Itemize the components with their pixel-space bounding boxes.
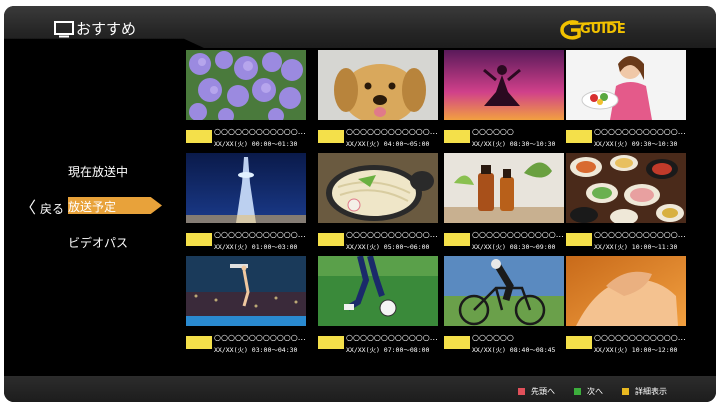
program-time: XX/XX(火) 07:00～08:00 xyxy=(346,346,430,354)
program-title: ○○○○○○○○○○○○… xyxy=(346,230,438,239)
program-title: ○○○○○○○○○○○○… xyxy=(214,127,306,136)
action-label: 先頭へ xyxy=(531,387,555,396)
back-button[interactable]: 〈戻る xyxy=(20,194,64,218)
gguide-logo: GUIDE xyxy=(560,19,630,41)
program-thumbnail xyxy=(566,50,686,120)
channel-badge xyxy=(566,336,592,349)
program-time: XX/XX(火) 08:30～10:30 xyxy=(472,140,556,148)
action-label: 次へ xyxy=(587,387,603,396)
program-title: ○○○○○○○○○○○○… xyxy=(214,333,306,342)
channel-badge xyxy=(318,130,344,143)
channel-badge xyxy=(444,336,470,349)
channel-badge xyxy=(186,233,212,246)
yellow-key-icon xyxy=(622,388,629,395)
channel-badge xyxy=(444,130,470,143)
program-thumbnail xyxy=(444,50,564,120)
page-title: おすすめ xyxy=(76,20,137,38)
program-thumbnail xyxy=(444,153,564,223)
footer-action-next[interactable]: 次へ xyxy=(574,386,603,397)
nav-item-now-airing[interactable]: 現在放送中 xyxy=(68,163,128,180)
chevron-left-icon: 〈 xyxy=(20,198,37,217)
program-thumbnail xyxy=(566,256,686,326)
red-key-icon xyxy=(518,388,525,395)
channel-badge xyxy=(566,130,592,143)
channel-badge xyxy=(566,233,592,246)
program-title: ○○○○○○○○○○○○… xyxy=(214,230,306,239)
channel-badge xyxy=(318,233,344,246)
program-thumbnail xyxy=(186,50,306,120)
footer-bar xyxy=(4,376,716,402)
program-time: XX/XX(火) 01:00～03:00 xyxy=(214,243,298,251)
program-title: ○○○○○○ xyxy=(472,127,514,136)
program-time: XX/XX(火) 05:00～06:00 xyxy=(346,243,430,251)
green-key-icon xyxy=(574,388,581,395)
program-thumbnail xyxy=(444,256,564,326)
program-time: XX/XX(火) 10:00～11:30 xyxy=(594,243,678,251)
nav-item-upcoming[interactable]: 放送予定 xyxy=(68,198,116,215)
channel-badge xyxy=(186,336,212,349)
program-thumbnail xyxy=(318,256,438,326)
channel-badge xyxy=(318,336,344,349)
program-title: ○○○○○○○○○○○○… xyxy=(346,333,438,342)
action-label: 詳細表示 xyxy=(635,387,667,396)
program-title: ○○○○○○○○○○○○… xyxy=(594,127,686,136)
nav-item-video-pass[interactable]: ビデオパス xyxy=(68,234,128,251)
program-time: XX/XX(火) 03:00～04:30 xyxy=(214,346,298,354)
program-title: ○○○○○○○○○○○○… xyxy=(594,230,686,239)
footer-action-first[interactable]: 先頭へ xyxy=(518,386,555,397)
program-title: ○○○○○○○○○○○○… xyxy=(346,127,438,136)
program-thumbnail xyxy=(186,256,306,326)
program-time: XX/XX(火) 08:40～08:45 xyxy=(472,346,556,354)
program-time: XX/XX(火) 08:30～09:00 xyxy=(472,243,556,251)
program-thumbnail xyxy=(566,153,686,223)
program-time: XX/XX(火) 04:00～05:00 xyxy=(346,140,430,148)
back-label: 戻る xyxy=(40,202,65,216)
channel-badge xyxy=(186,130,212,143)
program-time: XX/XX(火) 09:30～10:30 xyxy=(594,140,678,148)
tv-icon xyxy=(54,21,74,38)
program-title: ○○○○○○○○○○○○… xyxy=(594,333,686,342)
footer-action-details[interactable]: 詳細表示 xyxy=(622,386,667,397)
program-time: XX/XX(火) 10:00～12:00 xyxy=(594,346,678,354)
program-title: ○○○○○○○○○○○○… xyxy=(472,230,564,239)
program-time: XX/XX(火) 00:00～01:30 xyxy=(214,140,298,148)
program-thumbnail xyxy=(186,153,306,223)
channel-badge xyxy=(444,233,470,246)
program-title: ○○○○○○ xyxy=(472,333,514,342)
tv-screen: おすすめ GUIDE 〈戻る 現在放送中 放送予定 ビデオパス ○○○○○○○○… xyxy=(4,6,716,402)
program-thumbnail xyxy=(318,50,438,120)
program-thumbnail xyxy=(318,153,438,223)
